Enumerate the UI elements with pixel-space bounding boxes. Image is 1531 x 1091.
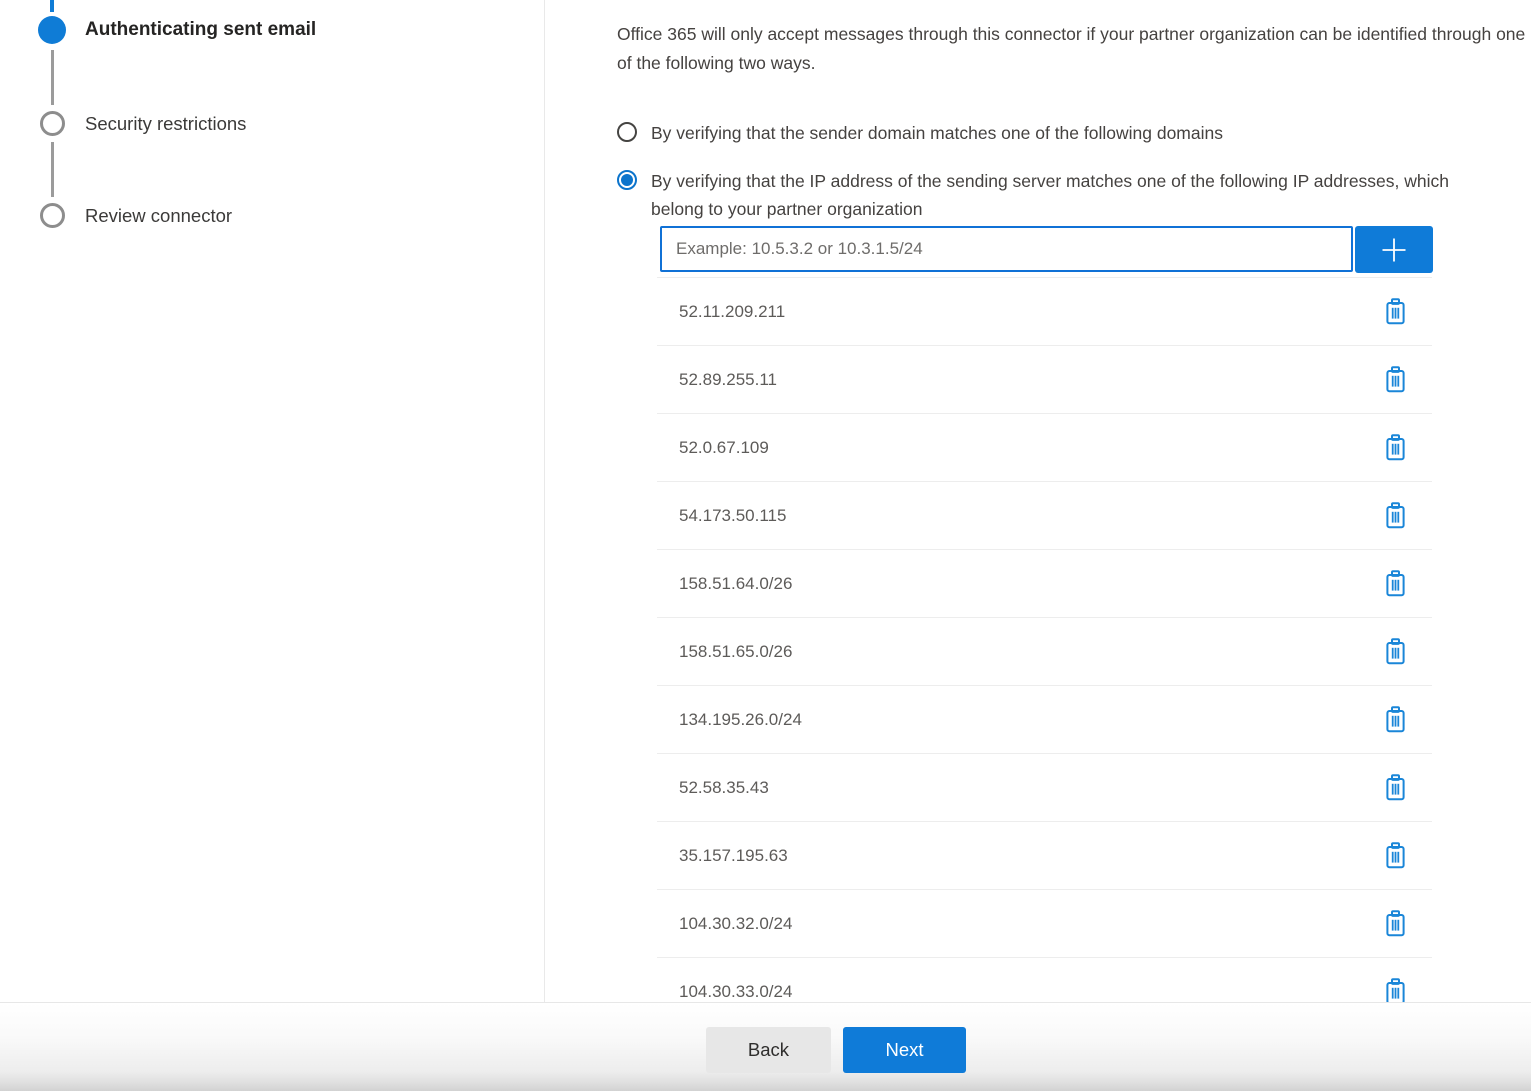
radio-ip-address-label: By verifying that the IP address of the … — [651, 167, 1471, 223]
ip-row: 158.51.64.0/26 — [657, 550, 1432, 618]
identification-options: By verifying that the sender domain matc… — [617, 119, 1531, 223]
ip-row: 52.58.35.43 — [657, 754, 1432, 822]
back-button[interactable]: Back — [706, 1027, 831, 1073]
ip-address: 52.0.67.109 — [679, 438, 769, 458]
stepper-connector-previous — [50, 0, 54, 12]
trash-icon — [1384, 517, 1407, 532]
step-label-review-connector: Review connector — [85, 205, 232, 227]
trash-icon — [1384, 857, 1407, 872]
delete-ip-button[interactable] — [1382, 704, 1409, 735]
ip-address: 104.30.32.0/24 — [679, 914, 792, 934]
delete-ip-button[interactable] — [1382, 908, 1409, 939]
trash-icon — [1384, 721, 1407, 736]
step-description: Office 365 will only accept messages thr… — [617, 20, 1529, 77]
ip-row: 35.157.195.63 — [657, 822, 1432, 890]
ip-address: 52.89.255.11 — [679, 370, 777, 390]
trash-icon — [1384, 585, 1407, 600]
delete-ip-button[interactable] — [1382, 500, 1409, 531]
ip-address: 54.173.50.115 — [679, 506, 786, 526]
plus-icon — [1379, 235, 1409, 265]
ip-address: 52.11.209.211 — [679, 302, 785, 322]
option-ip-address: By verifying that the IP address of the … — [617, 167, 1531, 223]
wizard-body: Authenticating sent email Security restr… — [0, 0, 1531, 1003]
ip-row: 104.30.33.0/24 — [657, 958, 1432, 1003]
ip-address: 158.51.65.0/26 — [679, 642, 792, 662]
trash-icon — [1384, 653, 1407, 668]
wizard-stepper-sidebar: Authenticating sent email Security restr… — [0, 0, 545, 1002]
ip-address: 134.195.26.0/24 — [679, 710, 802, 730]
option-sender-domain: By verifying that the sender domain matc… — [617, 119, 1531, 147]
ip-address: 52.58.35.43 — [679, 778, 769, 798]
delete-ip-button[interactable] — [1382, 364, 1409, 395]
delete-ip-button[interactable] — [1382, 636, 1409, 667]
next-button[interactable]: Next — [843, 1027, 966, 1073]
trash-icon — [1384, 449, 1407, 464]
ip-address: 158.51.64.0/26 — [679, 574, 792, 594]
delete-ip-button[interactable] — [1382, 772, 1409, 803]
ip-row: 54.173.50.115 — [657, 482, 1432, 550]
ip-row: 52.0.67.109 — [657, 414, 1432, 482]
step-indicator-security-restrictions — [40, 111, 65, 136]
wizard-footer: Back Next — [0, 1003, 1531, 1091]
radio-ip-address[interactable] — [617, 170, 637, 190]
delete-ip-button[interactable] — [1382, 976, 1409, 1003]
trash-icon — [1384, 313, 1407, 328]
ip-address: 104.30.33.0/24 — [679, 982, 792, 1002]
step-content: Office 365 will only accept messages thr… — [545, 0, 1531, 1002]
ip-row: 104.30.32.0/24 — [657, 890, 1432, 958]
step-indicator-review-connector — [40, 203, 65, 228]
delete-ip-button[interactable] — [1382, 568, 1409, 599]
connector-wizard-page: Authenticating sent email Security restr… — [0, 0, 1531, 1091]
ip-row: 134.195.26.0/24 — [657, 686, 1432, 754]
trash-icon — [1384, 789, 1407, 804]
step-label-security-restrictions: Security restrictions — [85, 113, 246, 135]
ip-list: 52.11.209.211 52.89.255.11 — [657, 277, 1432, 1003]
trash-icon — [1384, 925, 1407, 940]
radio-sender-domain[interactable] — [617, 122, 637, 142]
delete-ip-button[interactable] — [1382, 296, 1409, 327]
trash-icon — [1384, 993, 1407, 1003]
stepper-connector-line — [51, 142, 54, 197]
ip-row: 52.11.209.211 — [657, 278, 1432, 346]
ip-row: 158.51.65.0/26 — [657, 618, 1432, 686]
radio-sender-domain-label: By verifying that the sender domain matc… — [651, 119, 1223, 147]
ip-address-input[interactable] — [660, 226, 1353, 272]
trash-icon — [1384, 381, 1407, 396]
ip-address: 35.157.195.63 — [679, 846, 788, 866]
stepper-connector-line — [51, 50, 54, 105]
delete-ip-button[interactable] — [1382, 432, 1409, 463]
delete-ip-button[interactable] — [1382, 840, 1409, 871]
ip-entry-row — [660, 226, 1531, 273]
step-indicator-authenticating-sent-email — [38, 16, 66, 44]
add-ip-button[interactable] — [1355, 226, 1433, 273]
ip-row: 52.89.255.11 — [657, 346, 1432, 414]
step-label-authenticating-sent-email: Authenticating sent email — [85, 19, 316, 41]
